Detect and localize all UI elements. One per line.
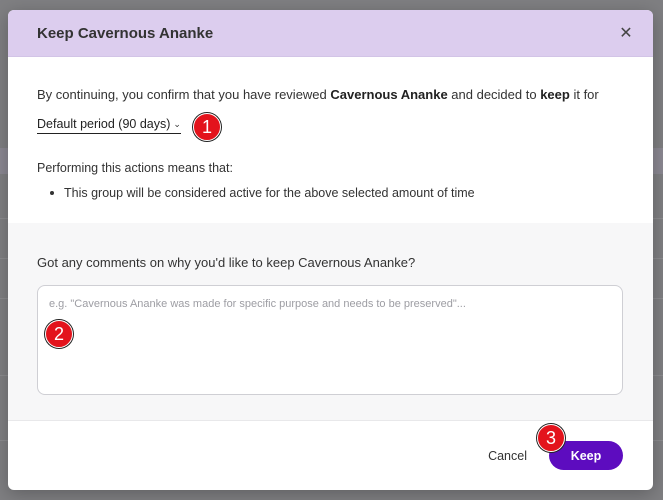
confirm-prefix: By continuing, you confirm that you have… [37, 87, 331, 102]
period-dropdown[interactable]: Default period (90 days) ⌄ [37, 116, 181, 134]
bullet-text: This group will be considered active for… [64, 186, 475, 200]
group-name: Cavernous Ananke [330, 87, 448, 102]
dialog-title: Keep Cavernous Ananke [37, 24, 214, 42]
annotation-marker-1: 1 [193, 113, 221, 141]
chevron-down-icon: ⌄ [173, 119, 181, 129]
dialog-header: Keep Cavernous Ananke ✕ [8, 10, 653, 57]
confirm-suffix: it for [569, 87, 599, 102]
means-heading: Performing this actions means that: [37, 161, 233, 175]
action-word: keep [540, 87, 570, 102]
period-label: Default period (90 days) [37, 117, 171, 131]
annotation-marker-3: 3 [537, 424, 565, 452]
bullet-dot [50, 191, 54, 195]
annotation-marker-2: 2 [45, 320, 73, 348]
confirm-middle: and decided to [447, 87, 541, 102]
consequence-list: This group will be considered active for… [37, 185, 624, 201]
comment-section: Got any comments on why you'd like to ke… [8, 223, 653, 420]
comment-label: Got any comments on why you'd like to ke… [37, 255, 416, 270]
confirm-text: By continuing, you confirm that you have… [37, 87, 624, 103]
list-item: This group will be considered active for… [50, 185, 624, 201]
dialog-body: By continuing, you confirm that you have… [8, 57, 653, 201]
close-icon[interactable]: ✕ [615, 22, 637, 44]
period-row: Default period (90 days) ⌄ [37, 116, 624, 134]
comment-box [37, 285, 623, 395]
keep-group-dialog: Keep Cavernous Ananke ✕ By continuing, y… [8, 10, 653, 490]
comment-input[interactable] [49, 298, 611, 382]
cancel-button[interactable]: Cancel [488, 449, 527, 463]
